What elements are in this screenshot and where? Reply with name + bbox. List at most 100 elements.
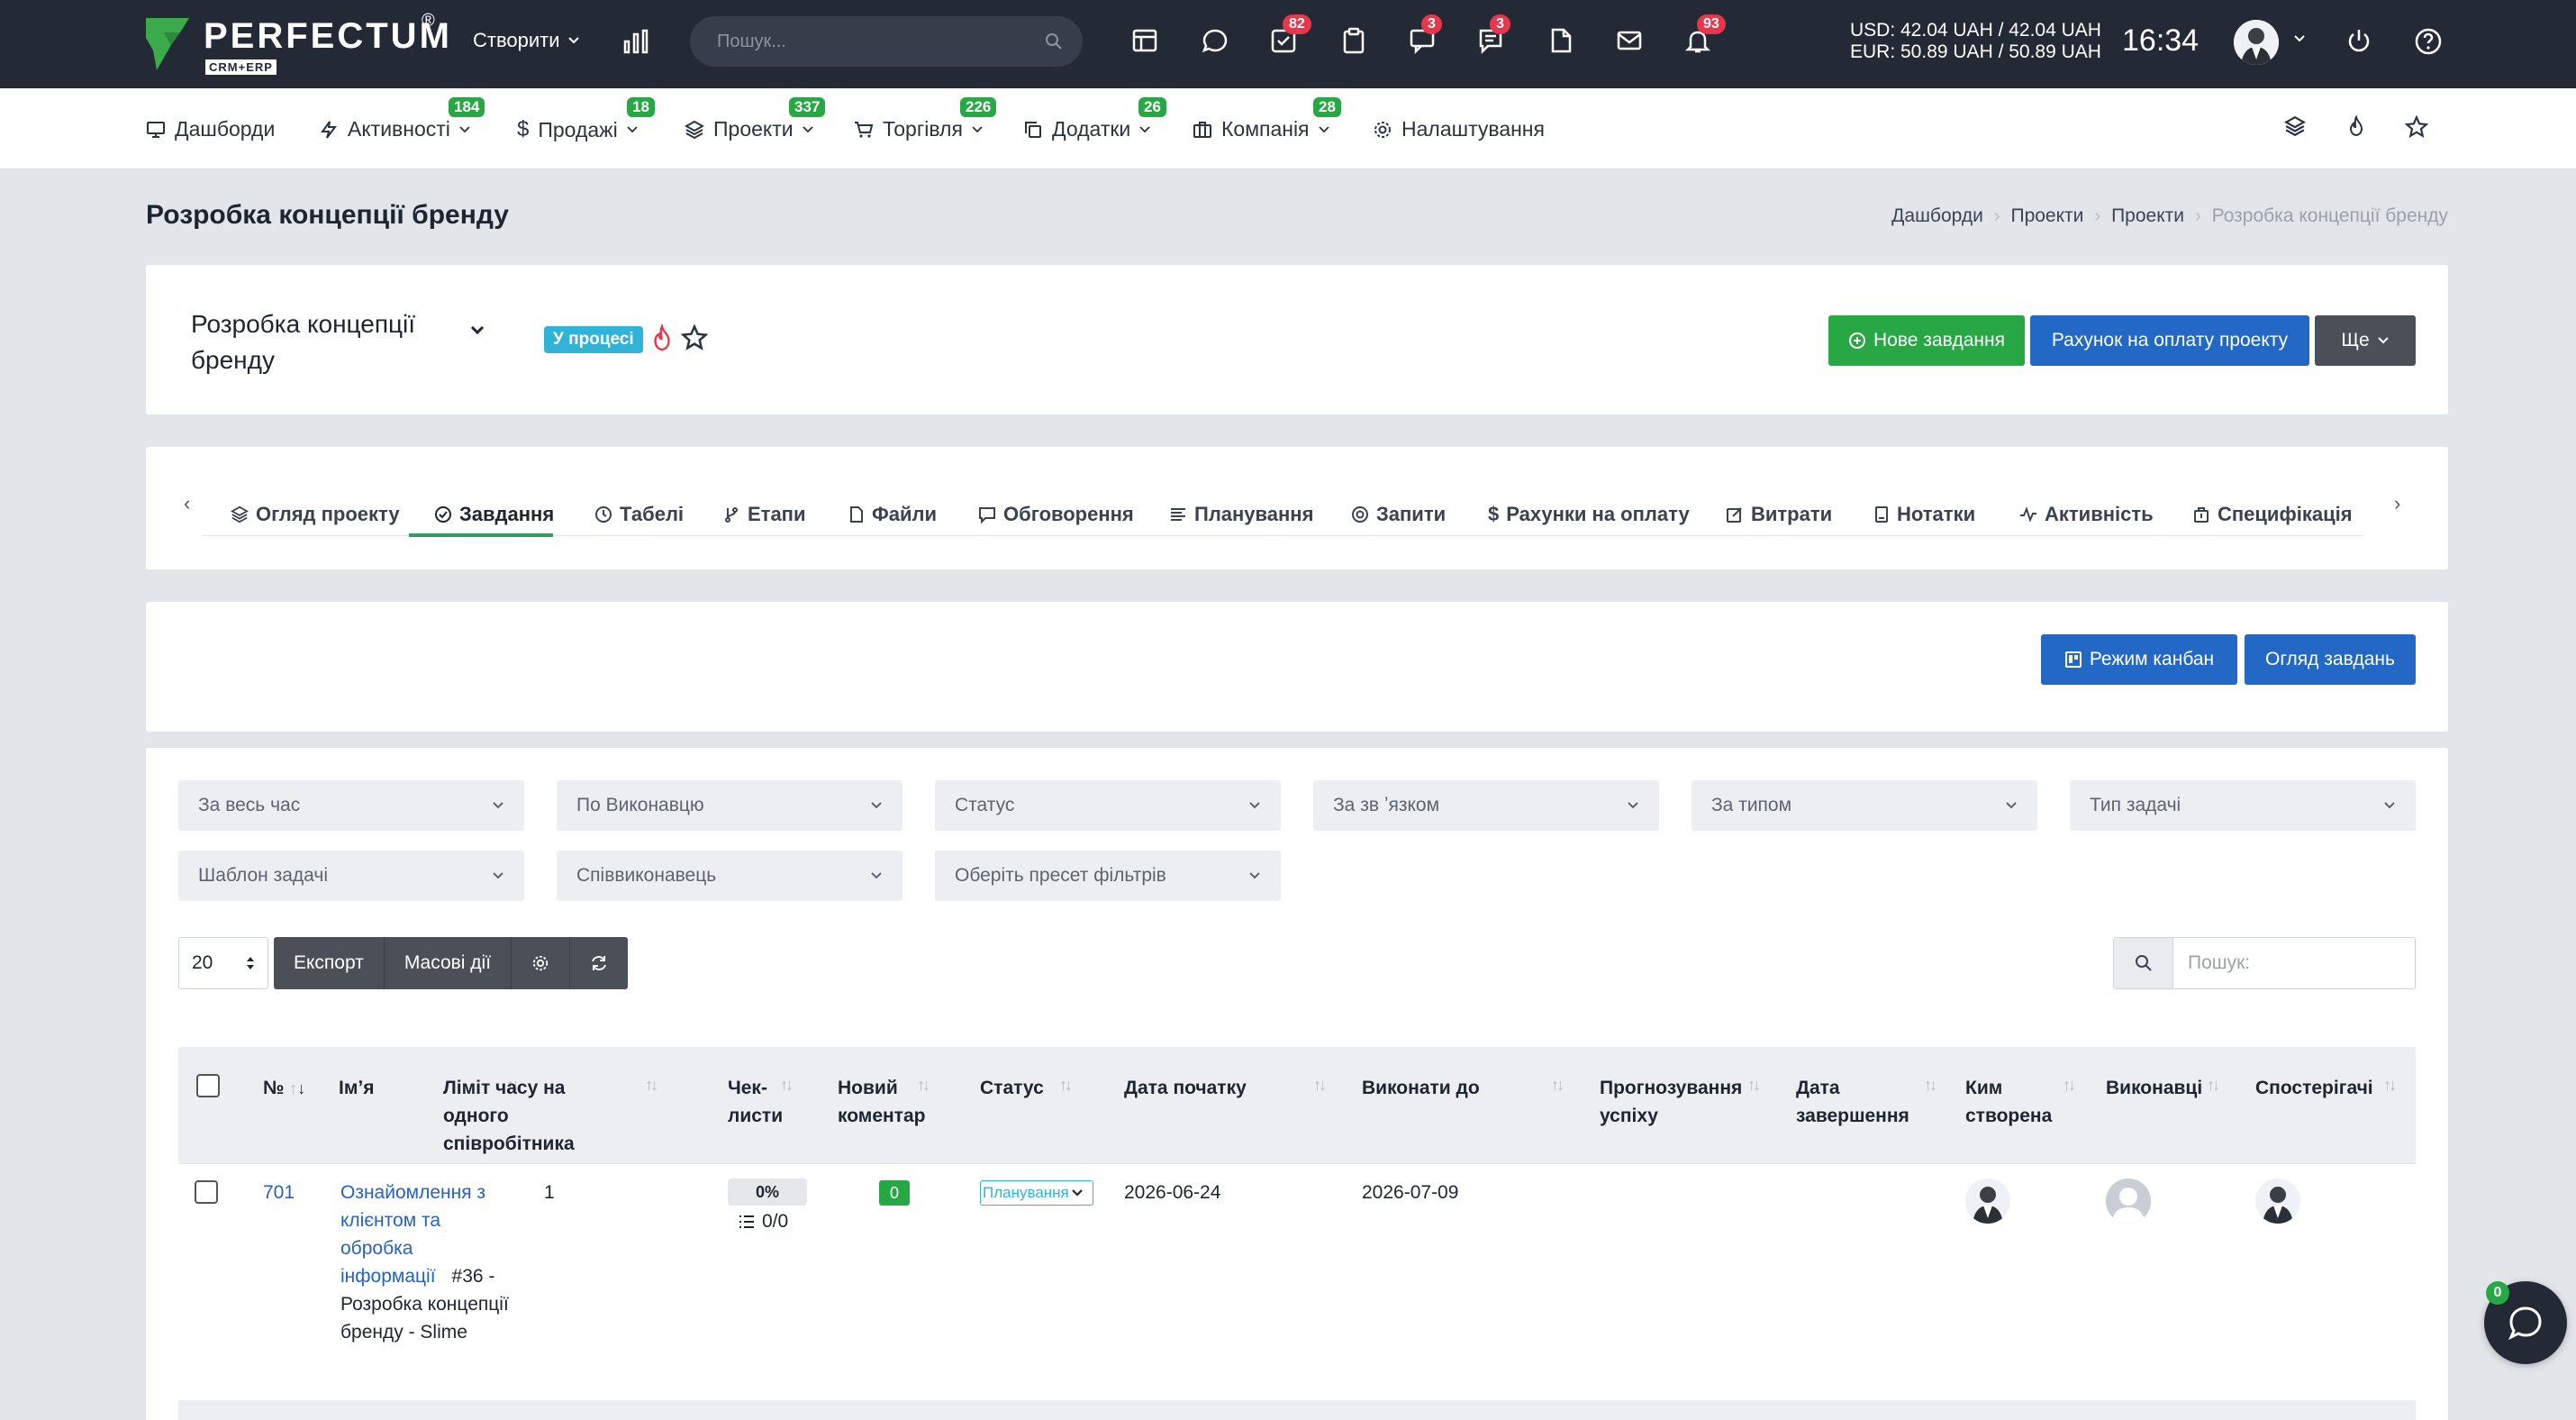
- refresh-button[interactable]: [570, 937, 628, 989]
- filter-assignee[interactable]: По Виконавцю: [557, 780, 903, 831]
- tab-files[interactable]: Файли: [848, 492, 937, 537]
- global-search[interactable]: [690, 16, 1083, 67]
- filter-preset[interactable]: Оберіть пресет фільтрів: [935, 851, 1281, 901]
- global-search-input[interactable]: [717, 27, 1023, 56]
- sort-icon[interactable]: ↑↓: [645, 1076, 658, 1095]
- tab-specification[interactable]: Специфікація: [2192, 492, 2353, 537]
- new-task-button[interactable]: Нове завдання: [1828, 315, 2025, 366]
- assignee-avatar[interactable]: [2106, 1179, 2151, 1224]
- star-icon[interactable]: [2405, 115, 2428, 139]
- document-icon[interactable]: [1547, 27, 1574, 59]
- sort-icon[interactable]: ↑↓: [780, 1076, 794, 1095]
- star-icon[interactable]: [681, 324, 708, 351]
- breadcrumb-projects-list[interactable]: Проекти: [2111, 205, 2184, 227]
- breadcrumb-dashboards[interactable]: Дашборди: [1891, 205, 1983, 227]
- col-due-date[interactable]: Виконати до: [1362, 1074, 1480, 1102]
- project-invoice-button[interactable]: Рахунок на оплату проекту: [2030, 315, 2309, 366]
- task-status-select[interactable]: Планування: [980, 1180, 1093, 1206]
- bell-icon[interactable]: 93: [1684, 14, 1726, 59]
- observer-avatar[interactable]: [2255, 1179, 2300, 1224]
- tab-notes[interactable]: Нотатки: [1873, 492, 1975, 537]
- power-icon[interactable]: [2345, 27, 2372, 54]
- column-settings-button[interactable]: [512, 937, 571, 989]
- bar-chart-icon[interactable]: [621, 27, 650, 56]
- col-name[interactable]: Імʼя: [339, 1074, 374, 1102]
- nav-item-projects[interactable]: Проекти 337: [685, 97, 826, 141]
- kanban-mode-button[interactable]: Режим канбан: [2041, 634, 2237, 685]
- clipboard-icon[interactable]: [1340, 27, 1367, 59]
- sort-icon[interactable]: ↑↓: [2207, 1076, 2220, 1095]
- sort-icon[interactable]: ↑↓: [917, 1076, 930, 1095]
- tab-milestones[interactable]: Етапи: [722, 492, 806, 537]
- tab-planning[interactable]: Планування: [1169, 492, 1313, 537]
- export-button[interactable]: Експорт: [274, 937, 385, 989]
- tasks-overview-button[interactable]: Огляд завдань: [2245, 634, 2416, 685]
- bulk-actions-button[interactable]: Масові дії: [385, 937, 512, 989]
- tab-overview[interactable]: Огляд проекту: [231, 492, 400, 537]
- messages-icon[interactable]: 3: [1409, 14, 1442, 59]
- filter-period[interactable]: За весь час: [178, 780, 524, 831]
- comments-icon[interactable]: 3: [1477, 14, 1510, 59]
- col-checklists[interactable]: Чек- листи: [728, 1074, 783, 1130]
- col-number[interactable]: № ↑↓: [263, 1074, 305, 1103]
- chevron-down-icon[interactable]: [2293, 34, 2306, 43]
- tab-discussions[interactable]: Обговорення: [978, 492, 1134, 537]
- col-forecast[interactable]: Прогнозування успіху: [1600, 1074, 1742, 1130]
- mail-icon[interactable]: [1616, 27, 1643, 59]
- nav-item-addons[interactable]: Додатки 26: [1023, 97, 1166, 141]
- nav-item-activities[interactable]: Активності 184: [319, 97, 485, 141]
- filter-type[interactable]: За типом: [1692, 780, 2037, 831]
- nav-item-dashboards[interactable]: Дашборди: [146, 117, 275, 141]
- tab-requests[interactable]: Запити: [1351, 492, 1446, 537]
- tab-activity[interactable]: Активність: [2019, 492, 2154, 537]
- col-finish-date[interactable]: Дата завершення: [1796, 1074, 1909, 1130]
- more-button[interactable]: Ще: [2315, 315, 2416, 366]
- filter-task-type[interactable]: Тип задачі: [2070, 780, 2416, 831]
- sort-icon[interactable]: ↑↓: [2063, 1076, 2076, 1095]
- task-number[interactable]: 701: [263, 1179, 295, 1206]
- sort-icon[interactable]: ↑↓: [1059, 1076, 1073, 1095]
- user-avatar[interactable]: [2234, 20, 2279, 65]
- fire-icon[interactable]: [650, 324, 674, 351]
- tabs-scroll-right[interactable]: ›: [2394, 492, 2400, 515]
- creator-avatar[interactable]: [1965, 1179, 2010, 1224]
- fire-icon[interactable]: [2345, 115, 2367, 137]
- filter-coassignee[interactable]: Співвиконавець: [557, 851, 903, 901]
- filter-relation[interactable]: За зв ʼязком: [1313, 780, 1659, 831]
- help-icon[interactable]: [2414, 27, 2443, 56]
- col-assignees[interactable]: Виконавці: [2106, 1074, 2202, 1102]
- nav-item-company[interactable]: Компанія 28: [1193, 97, 1341, 141]
- select-all-checkbox[interactable]: [196, 1074, 220, 1097]
- tab-invoices[interactable]: $ Рахунки на оплату: [1488, 492, 1690, 537]
- nav-item-sales[interactable]: $ Продажі 18: [517, 97, 655, 142]
- sort-icon[interactable]: ↑↓: [1924, 1076, 1937, 1095]
- tab-timesheets[interactable]: Табелі: [594, 492, 684, 537]
- col-time-limit[interactable]: Ліміт часу на одного співробітника: [443, 1074, 575, 1158]
- sort-icon[interactable]: ↑↓: [1747, 1076, 1761, 1095]
- new-comments-badge[interactable]: 0: [879, 1180, 910, 1206]
- calendar-table-icon[interactable]: [1131, 27, 1158, 59]
- filter-task-template[interactable]: Шаблон задачі: [178, 851, 524, 901]
- col-created-by[interactable]: Ким створена: [1965, 1074, 2052, 1130]
- layers-icon[interactable]: [2284, 115, 2306, 137]
- row-checkbox[interactable]: [195, 1180, 218, 1204]
- create-menu[interactable]: Створити: [473, 29, 580, 52]
- breadcrumb-projects[interactable]: Проекти: [2010, 205, 2083, 227]
- col-status[interactable]: Статус: [980, 1074, 1044, 1102]
- table-search-input[interactable]: [2173, 938, 2408, 988]
- sort-icon[interactable]: ↑↓: [1551, 1076, 1565, 1095]
- sort-icon[interactable]: ↑↓: [1313, 1076, 1327, 1095]
- tab-expenses[interactable]: Витрати: [1726, 492, 1832, 537]
- nav-item-settings[interactable]: Налаштування: [1373, 117, 1545, 141]
- tab-tasks[interactable]: Завдання: [434, 492, 554, 537]
- sort-icon[interactable]: ↑↓: [2383, 1076, 2397, 1095]
- filter-status[interactable]: Статус: [935, 780, 1281, 831]
- page-length-select[interactable]: 20: [178, 937, 268, 989]
- chevron-down-icon[interactable]: [470, 324, 485, 335]
- col-observers[interactable]: Спостерігачі: [2255, 1074, 2373, 1102]
- task-name-link[interactable]: Ознайомлення з клієнтом та обробка інфор…: [340, 1179, 539, 1290]
- col-new-comment[interactable]: Новий коментар: [838, 1074, 925, 1130]
- col-start-date[interactable]: Дата початку: [1124, 1074, 1247, 1102]
- nav-item-trade[interactable]: Торгівля 226: [854, 97, 997, 141]
- chat-bubble-icon[interactable]: [1202, 27, 1229, 59]
